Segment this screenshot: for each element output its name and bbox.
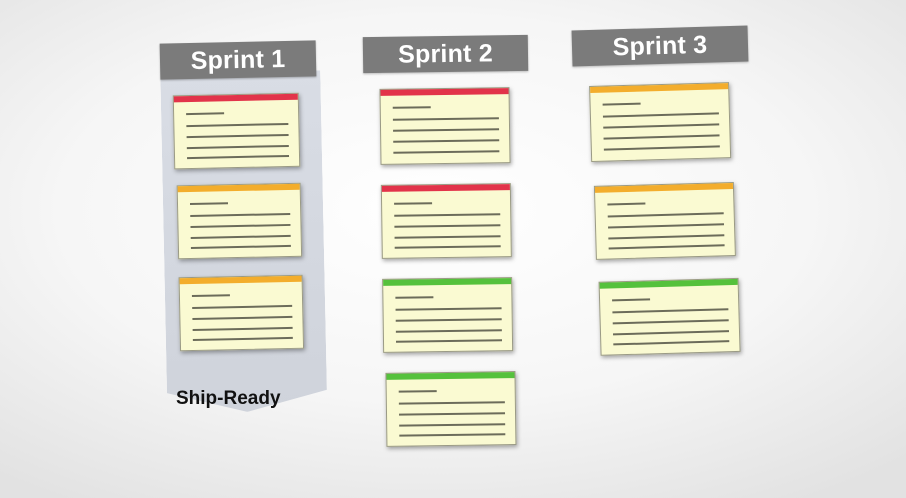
sprint-column-3: Sprint 3 [571,25,749,356]
priority-strip [381,184,510,192]
priority-strip [599,278,738,289]
sprint-3-header: Sprint 3 [571,25,749,67]
sprint-2-header: Sprint 2 [362,34,529,74]
sprint-column-1: Sprint 1 [159,40,317,80]
story-card[interactable] [589,82,732,162]
sprint-column-2: Sprint 2 [362,34,529,447]
story-card[interactable] [385,371,517,447]
story-card[interactable] [172,92,301,170]
priority-strip [594,183,734,193]
story-card[interactable] [593,181,736,260]
priority-strip [177,183,300,193]
story-card[interactable] [176,182,303,260]
ship-ready-label: Ship-Ready [176,388,281,409]
story-card[interactable] [178,274,305,352]
priority-strip [173,93,298,103]
story-card[interactable] [379,87,511,165]
priority-strip [590,83,729,93]
priority-strip [383,278,512,286]
story-card[interactable] [382,277,514,353]
sprint-1-header: Sprint 1 [159,40,317,80]
story-card[interactable] [380,183,512,259]
priority-strip [380,88,509,96]
story-card[interactable] [598,277,741,356]
priority-strip [179,275,302,285]
priority-strip [386,372,515,380]
